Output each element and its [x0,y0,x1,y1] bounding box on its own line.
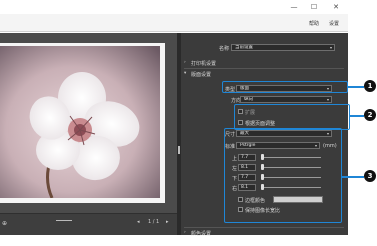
chevron-down-icon: ▾ [326,97,329,102]
next-page-button[interactable]: ▸ [166,219,169,225]
splitter-grip-icon[interactable] [178,146,180,154]
callout-badge-2: 2 [364,109,376,121]
menu-bar: 帮助 设置 [0,14,348,32]
callout-line-3 [342,176,364,178]
preview-area [0,33,177,213]
preview-page [0,43,165,203]
page-indicator: 1 / 1 [148,219,160,225]
callout-badge-1: 1 [364,80,376,92]
name-label: 名称 [219,46,230,52]
callout-line-2 [350,115,364,117]
printer-settings-header[interactable]: 打印机设置 [191,60,216,67]
color-settings-header[interactable]: 颜色设置 [191,230,211,237]
close-button[interactable]: ✕ [331,3,341,11]
zoom-icon[interactable]: ⊕ [2,220,7,227]
minimize-button[interactable]: — [289,3,299,11]
callout-badge-3: 3 [364,170,376,182]
menu-settings[interactable]: 设置 [329,20,339,27]
preview-image [0,46,160,198]
chevron-down-icon[interactable]: ▾ [184,71,186,76]
prev-page-button[interactable]: ◂ [137,219,140,225]
zoom-slider[interactable] [56,220,72,221]
chevron-down-icon: ▾ [329,45,332,50]
preview-toolbar: ⊕ ◂ 1 / 1 ▸ [0,213,177,235]
title-bar: — ☐ ✕ [0,0,348,14]
divider [184,227,344,228]
orientation-dropdown[interactable]: 纵向 ▾ [240,96,332,103]
callout-line-1 [348,86,364,88]
name-value: 当前设置 [235,45,253,50]
maximize-button[interactable]: ☐ [309,3,319,11]
callout-box-2 [234,104,350,130]
flower-image [0,46,160,198]
chevron-right-icon[interactable]: › [184,60,186,65]
chevron-right-icon[interactable]: › [184,230,186,235]
layout-settings-header[interactable]: 版面设置 [191,71,211,78]
menu-help[interactable]: 帮助 [309,20,319,27]
callout-box-1 [222,81,348,93]
divider [184,68,344,69]
callout-box-3 [224,128,342,223]
name-dropdown[interactable]: 当前设置 ▾ [231,44,335,51]
orientation-value: 纵向 [244,97,253,102]
